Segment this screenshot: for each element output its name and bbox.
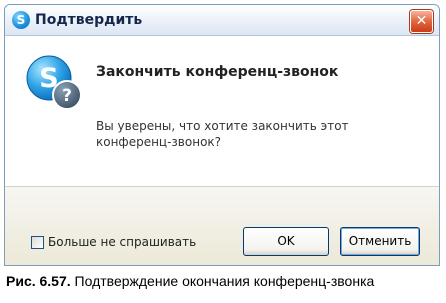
cancel-button[interactable]: Отменить [340, 227, 420, 256]
dont-ask-again-label[interactable]: Больше не спрашивать [48, 235, 196, 249]
dialog-footer: Больше не спрашивать OK Отменить [5, 186, 439, 265]
title-bar[interactable]: S Подтвердить ✕ [5, 5, 439, 36]
figure-caption: Рис. 6.57. Подтверждение окончания конфе… [6, 273, 374, 289]
ok-button[interactable]: OK [243, 227, 329, 256]
skype-question-icon: S ? [26, 55, 82, 110]
figure-caption-text: Подтверждение окончания конференц-звонка [74, 273, 375, 289]
dialog-message: Вы уверены, что хотите закончить этот ко… [96, 119, 349, 149]
dialog-content: S ? Закончить конференц-звонок Вы уверен… [5, 36, 439, 186]
figure-number: Рис. 6.57. [6, 273, 71, 289]
close-button[interactable]: ✕ [410, 10, 433, 33]
dialog-title: Подтвердить [35, 12, 143, 28]
dont-ask-again-option[interactable]: Больше не спрашивать [31, 235, 196, 249]
dialog-heading: Закончить конференц-звонок [96, 64, 339, 80]
dont-ask-again-checkbox[interactable] [31, 235, 44, 249]
confirm-dialog: S Подтвердить ✕ S ? Закончить конференц- [4, 4, 440, 266]
svg-text:?: ? [62, 86, 72, 106]
skype-logo-icon: S [12, 11, 30, 29]
